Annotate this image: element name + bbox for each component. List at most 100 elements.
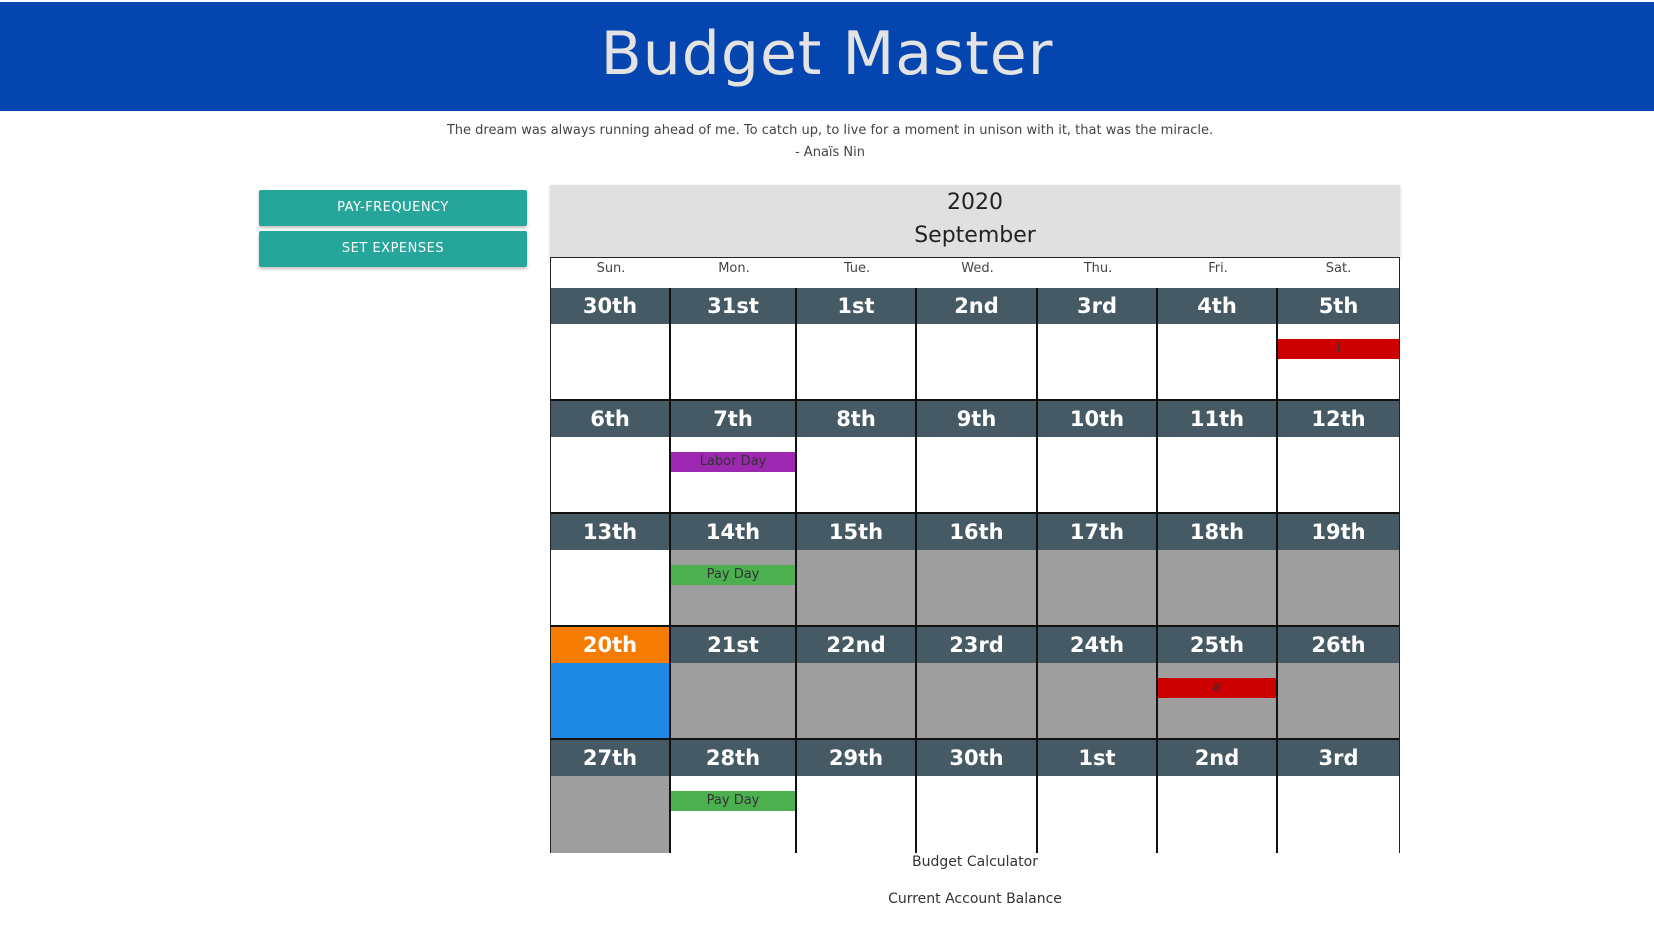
day-body[interactable]	[551, 663, 669, 738]
calendar-day[interactable]: 1st	[797, 288, 917, 401]
calendar-day[interactable]: 15th	[797, 514, 917, 627]
calendar-day[interactable]: 17th	[1038, 514, 1158, 627]
calendar-day[interactable]: 2nd	[917, 288, 1038, 401]
calendar-day[interactable]: 2nd	[1158, 740, 1278, 853]
day-body[interactable]	[1158, 550, 1276, 625]
calendar-day[interactable]: 18th	[1158, 514, 1278, 627]
day-number: 6th	[551, 401, 669, 437]
day-number: 8th	[797, 401, 915, 437]
calendar-day[interactable]: 30th	[551, 288, 671, 401]
day-number: 1st	[797, 288, 915, 324]
calendar-event[interactable]: Pay Day	[671, 565, 795, 585]
calendar-day[interactable]: 26th	[1278, 627, 1399, 740]
calendar-event[interactable]: Labor Day	[671, 452, 795, 472]
day-body[interactable]	[917, 437, 1036, 512]
weekday-header: Mon.	[718, 261, 750, 276]
quote: The dream was always running ahead of me…	[0, 120, 1654, 164]
calendar-event[interactable]: Pay Day	[671, 791, 795, 811]
calendar-day[interactable]: 10th	[1038, 401, 1158, 514]
calendar-day[interactable]: 20th	[551, 627, 671, 740]
day-body[interactable]	[917, 550, 1036, 625]
day-body[interactable]	[797, 776, 915, 853]
day-body[interactable]	[1278, 776, 1399, 853]
calendar-day[interactable]: 5th i	[1278, 288, 1399, 401]
day-body[interactable]	[551, 550, 669, 625]
calendar-day[interactable]: 3rd	[1038, 288, 1158, 401]
day-body[interactable]	[1278, 550, 1399, 625]
calendar-day[interactable]: 9th	[917, 401, 1038, 514]
calendar-day[interactable]: 27th	[551, 740, 671, 853]
calendar-event[interactable]: a	[1158, 678, 1276, 698]
calendar-day[interactable]: 28th Pay Day	[671, 740, 797, 853]
day-number: 27th	[551, 740, 669, 776]
day-number: 25th	[1158, 627, 1276, 663]
day-body[interactable]	[1158, 324, 1276, 399]
day-body[interactable]	[1158, 437, 1276, 512]
calendar-day[interactable]: 11th	[1158, 401, 1278, 514]
set-expenses-button[interactable]: SET EXPENSES	[259, 231, 527, 267]
day-number: 13th	[551, 514, 669, 550]
weekday-header: Wed.	[961, 261, 994, 276]
calendar-day[interactable]: 30th	[917, 740, 1038, 853]
day-body[interactable]	[917, 663, 1036, 738]
day-body[interactable]	[1278, 663, 1399, 738]
calendar-day[interactable]: 31st	[671, 288, 797, 401]
calendar-day[interactable]: 13th	[551, 514, 671, 627]
day-body[interactable]	[917, 776, 1036, 853]
day-body[interactable]	[797, 550, 915, 625]
calendar-day[interactable]: 19th	[1278, 514, 1399, 627]
day-number: 22nd	[797, 627, 915, 663]
day-body[interactable]	[1038, 324, 1156, 399]
day-body[interactable]	[797, 324, 915, 399]
calendar-year: 2020	[947, 190, 1003, 215]
day-number: 1st	[1038, 740, 1156, 776]
calendar-day[interactable]: 14th Pay Day	[671, 514, 797, 627]
calendar-day[interactable]: 1st	[1038, 740, 1158, 853]
calendar-day[interactable]: 25th a	[1158, 627, 1278, 740]
day-body[interactable]: a	[1158, 663, 1276, 738]
day-body[interactable]	[551, 324, 669, 399]
day-body[interactable]: Labor Day	[671, 437, 795, 512]
calendar-day[interactable]: 12th	[1278, 401, 1399, 514]
day-body[interactable]: Pay Day	[671, 550, 795, 625]
day-body[interactable]: Pay Day	[671, 776, 795, 853]
day-body[interactable]	[917, 324, 1036, 399]
calendar-day[interactable]: 16th	[917, 514, 1038, 627]
day-number: 11th	[1158, 401, 1276, 437]
calendar-grid: Sun. Mon. Tue. Wed. Thu. Fri. Sat. 30th 31st 1st 2…	[550, 257, 1400, 853]
day-body[interactable]	[671, 324, 795, 399]
calendar-day[interactable]: 23rd	[917, 627, 1038, 740]
day-body[interactable]	[1278, 437, 1399, 512]
day-body[interactable]	[797, 437, 915, 512]
day-body[interactable]	[1038, 776, 1156, 853]
day-body[interactable]	[1038, 663, 1156, 738]
budget-calculator-label: Budget Calculator	[912, 854, 1038, 870]
pay-frequency-button[interactable]: PAY-FREQUENCY	[259, 190, 527, 226]
day-body[interactable]: i	[1278, 324, 1399, 399]
day-body[interactable]	[1158, 776, 1276, 853]
day-body[interactable]	[797, 663, 915, 738]
calendar-day[interactable]: 24th	[1038, 627, 1158, 740]
quote-author: - Anaïs Nin	[794, 145, 865, 160]
calendar-day[interactable]: 4th	[1158, 288, 1278, 401]
calendar-day[interactable]: 22nd	[797, 627, 917, 740]
calendar-day[interactable]: 6th	[551, 401, 671, 514]
day-body[interactable]	[1038, 437, 1156, 512]
calendar-day[interactable]: 3rd	[1278, 740, 1399, 853]
day-number: 24th	[1038, 627, 1156, 663]
weekday-header: Sat.	[1325, 261, 1352, 276]
day-number: 4th	[1158, 288, 1276, 324]
calendar-day[interactable]: 29th	[797, 740, 917, 853]
day-body[interactable]	[551, 437, 669, 512]
calendar-day[interactable]: 7th Labor Day	[671, 401, 797, 514]
day-body[interactable]	[551, 776, 669, 853]
calendar-day[interactable]: 21st	[671, 627, 797, 740]
day-number: 12th	[1278, 401, 1399, 437]
calendar-day[interactable]: 8th	[797, 401, 917, 514]
calendar-event[interactable]: i	[1278, 339, 1399, 359]
day-number: 16th	[917, 514, 1036, 550]
day-body[interactable]	[671, 663, 795, 738]
day-number: 28th	[671, 740, 795, 776]
app-title: Budget Master	[600, 19, 1054, 89]
day-body[interactable]	[1038, 550, 1156, 625]
